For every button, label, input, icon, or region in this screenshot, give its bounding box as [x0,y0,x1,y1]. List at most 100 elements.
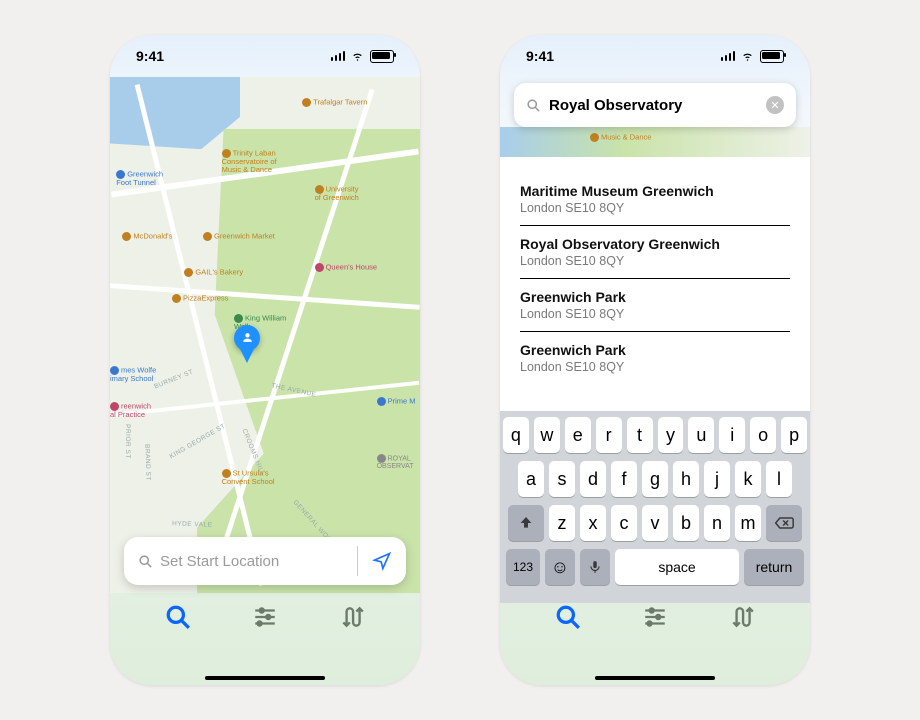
current-location-button[interactable] [358,551,406,571]
tab-bar [110,591,420,685]
map-poi: Music & Dance [590,133,651,142]
map-strip: Music & Dance [500,127,810,157]
map-poi[interactable]: reenwich al Practice [110,402,151,419]
keyboard: qwertyuiop asdfghjkl zxcvbnm 123 ☺ space… [500,411,810,603]
map-poi[interactable]: Trafalgar Tavern [302,98,367,107]
key-o[interactable]: o [750,417,776,453]
key-u[interactable]: u [688,417,714,453]
key-shift[interactable] [508,505,544,541]
key-b[interactable]: b [673,505,699,541]
map-poi[interactable]: Trinity Laban Conservatoire of Music & D… [222,149,277,175]
key-n[interactable]: n [704,505,730,541]
key-q[interactable]: q [503,417,529,453]
key-p[interactable]: p [781,417,807,453]
phone-left: 9:41 Trafalgar Tavern Greenwich Foot Tunn… [110,35,420,685]
key-a[interactable]: a [518,461,544,497]
key-i[interactable]: i [719,417,745,453]
tab-route[interactable] [728,603,756,631]
tab-filters[interactable] [641,603,669,631]
search-bar: Royal Observatory ✕ [514,83,796,127]
key-z[interactable]: z [549,505,575,541]
map-view[interactable]: Trafalgar Tavern Greenwich Foot Tunnel Tri… [110,77,420,593]
battery-icon [760,50,784,63]
map-poi[interactable]: Greenwich Foot Tunnel [116,170,163,187]
tab-search[interactable] [164,603,192,631]
cellular-icon [721,51,736,61]
clock: 9:41 [136,48,164,64]
map-poi[interactable]: Queen's House [315,263,377,272]
status-icons [721,50,785,63]
key-g[interactable]: g [642,461,668,497]
key-f[interactable]: f [611,461,637,497]
status-icons [331,50,395,63]
location-pin[interactable] [234,325,260,363]
search-result[interactable]: Greenwich Park London SE10 8QY [520,279,790,332]
phone-right: 9:41 Royal Observatory ✕ Music & Dance M… [500,35,810,685]
wifi-icon [350,50,365,62]
key-h[interactable]: h [673,461,699,497]
key-j[interactable]: j [704,461,730,497]
search-placeholder: Set Start Location [160,553,279,570]
search-icon [526,98,541,113]
key-mic[interactable] [580,549,610,585]
map-poi[interactable]: St Ursula's Convent School [222,469,275,486]
status-bar: 9:41 [500,35,810,77]
key-k[interactable]: k [735,461,761,497]
road-label: BRAND ST [143,444,151,481]
key-r[interactable]: r [596,417,622,453]
result-title: Royal Observatory Greenwich [520,236,790,252]
status-bar: 9:41 [110,35,420,77]
result-title: Greenwich Park [520,342,790,358]
key-y[interactable]: y [658,417,684,453]
map-poi[interactable]: PizzaExpress [172,294,228,303]
key-v[interactable]: v [642,505,668,541]
result-title: Maritime Museum Greenwich [520,183,790,199]
home-indicator[interactable] [205,676,325,681]
key-t[interactable]: t [627,417,653,453]
key-space[interactable]: space [615,549,739,585]
key-d[interactable]: d [580,461,606,497]
search-result[interactable]: Maritime Museum Greenwich London SE10 8QY [520,173,790,226]
map-poi[interactable]: mes Wolfe imary School [110,366,156,383]
tab-route[interactable] [338,603,366,631]
battery-icon [370,50,394,63]
key-return[interactable]: return [744,549,804,585]
map-poi[interactable]: Prime M [377,397,416,406]
map-poi[interactable]: McDonald's [122,232,172,241]
clock: 9:41 [526,48,554,64]
result-subtitle: London SE10 8QY [520,254,790,268]
tab-filters[interactable] [251,603,279,631]
home-indicator[interactable] [595,676,715,681]
result-subtitle: London SE10 8QY [520,360,790,374]
search-results: Maritime Museum Greenwich London SE10 8QY… [500,157,810,423]
key-123[interactable]: 123 [506,549,540,585]
map-poi[interactable]: ROYAL OBSERVAT [377,454,414,471]
key-x[interactable]: x [580,505,606,541]
result-title: Greenwich Park [520,289,790,305]
result-subtitle: London SE10 8QY [520,307,790,321]
key-backspace[interactable] [766,505,802,541]
map-poi[interactable]: GAIL's Bakery [184,268,243,277]
tab-bar [500,591,810,685]
clear-button[interactable]: ✕ [766,96,784,114]
result-subtitle: London SE10 8QY [520,201,790,215]
map-poi[interactable]: University of Greenwich [315,185,359,202]
key-l[interactable]: l [766,461,792,497]
search-input[interactable]: Royal Observatory [549,97,758,114]
key-m[interactable]: m [735,505,761,541]
key-c[interactable]: c [611,505,637,541]
tab-search[interactable] [554,603,582,631]
map-poi[interactable]: Greenwich Market [203,232,275,241]
search-field[interactable]: Set Start Location [124,553,357,570]
key-s[interactable]: s [549,461,575,497]
wifi-icon [740,50,755,62]
key-e[interactable]: e [565,417,591,453]
search-result[interactable]: Royal Observatory Greenwich London SE10 8… [520,226,790,279]
cellular-icon [331,51,346,61]
road-label: PRIOR ST [124,424,131,459]
search-card: Set Start Location [124,537,406,585]
search-icon [138,554,153,569]
search-result[interactable]: Greenwich Park London SE10 8QY [520,332,790,384]
key-w[interactable]: w [534,417,560,453]
key-emoji[interactable]: ☺ [545,549,575,585]
